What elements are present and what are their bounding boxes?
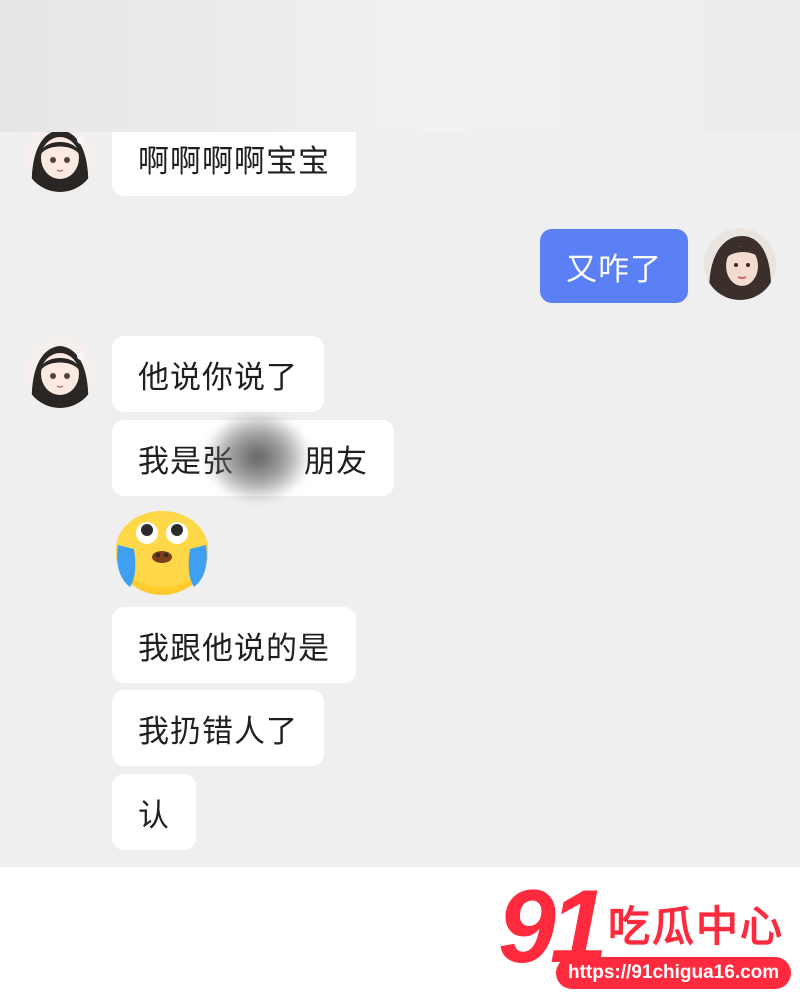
anime-girl-avatar-icon [24,336,96,408]
incoming-message-bubble[interactable]: 我扔错人了 [112,690,324,766]
my-avatar[interactable] [704,228,776,300]
woman-photo-avatar-icon [704,228,776,300]
incoming-message-bubble[interactable]: 他说你说了 [112,336,324,412]
watermark-name: 吃瓜中心 [608,902,785,951]
top-bar-overlay [0,0,800,132]
watermark-url: https://91chigua16.com [556,957,792,989]
watermark-logo: 91 吃瓜中心 https://91chigua16.com [498,875,798,993]
message-text: 又咋了 [566,251,662,288]
crying-tears-emoji-icon [116,511,208,595]
message-text: 我跟他说的是 [138,630,330,667]
incoming-message-bubble[interactable]: 我跟他说的是 [112,607,356,683]
outgoing-message-bubble[interactable]: 又咋了 [540,229,688,303]
redaction-blur [205,412,310,502]
emoji-message[interactable] [112,505,212,597]
contact-avatar[interactable] [24,336,96,408]
message-text: 认 [138,797,170,834]
message-text: 他说你说了 [138,359,298,396]
message-text: 我扔错人了 [138,713,298,750]
message-text: 啊啊啊啊宝宝 [138,143,330,180]
incoming-message-bubble[interactable]: 认 [112,774,196,850]
message-text-continued: 朋友 [304,443,368,480]
